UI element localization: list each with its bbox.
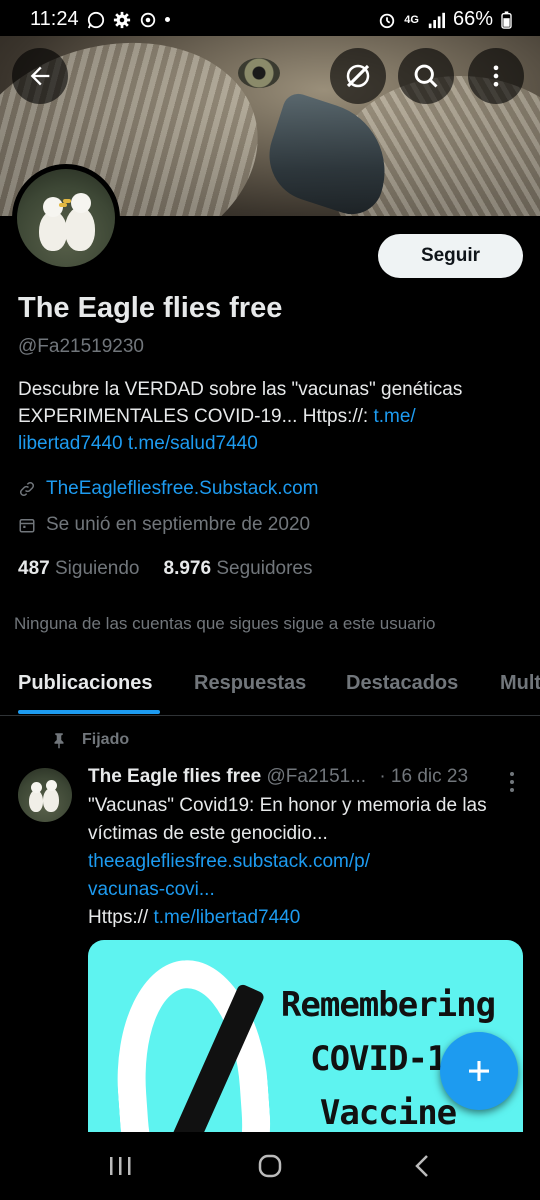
post-date[interactable]: · 16 dic 23 xyxy=(379,766,468,787)
post-more-button[interactable] xyxy=(510,772,516,792)
post-link-telegram[interactable]: t.me/libertad7440 xyxy=(153,907,300,928)
back-arrow-icon xyxy=(30,66,50,86)
no-common-followers: Ninguna de las cuentas que sigues sigue … xyxy=(14,614,436,633)
link-icon xyxy=(19,481,35,497)
following-label: Siguiendo xyxy=(54,558,140,579)
more-vert-icon xyxy=(493,65,499,87)
profile-name: The Eagle flies free xyxy=(18,292,283,324)
whatsapp-icon xyxy=(87,11,104,28)
profile-avatar[interactable] xyxy=(12,164,120,272)
website-row: TheEaglefliesfree.Substack.com xyxy=(18,478,318,500)
follow-button[interactable]: Seguir xyxy=(378,234,523,278)
tab-destacados[interactable]: Destacados xyxy=(346,672,458,695)
battery-icon xyxy=(501,10,512,29)
tab-publicaciones[interactable]: Publicaciones xyxy=(18,672,153,695)
back-icon xyxy=(415,1155,428,1177)
sync-icon xyxy=(140,12,155,27)
notification-dot xyxy=(164,17,170,22)
post-body: "Vacunas" Covid19: En honor y memoria de… xyxy=(88,792,518,932)
tab-multimedia[interactable]: Mult xyxy=(500,672,540,695)
recents-icon xyxy=(110,1157,131,1175)
post-text: "Vacunas" Covid19: En honor y memoria de… xyxy=(88,795,487,844)
joined-date: Se unió en septiembre de 2020 xyxy=(46,514,311,535)
profile-handle: @Fa21519230 xyxy=(18,336,144,357)
grok-icon xyxy=(346,64,370,88)
status-bar: 11:24 4G 66% xyxy=(0,0,540,38)
nav-back-button[interactable] xyxy=(402,1150,442,1182)
followers-stat[interactable]: 8.976 Seguidores xyxy=(164,558,313,580)
active-tab-indicator xyxy=(18,710,160,714)
pinned-indicator: Fijado xyxy=(50,730,129,750)
search-icon xyxy=(414,64,438,88)
post-link-substack-b[interactable]: vacunas-covi... xyxy=(88,879,215,900)
alarm-icon xyxy=(380,13,395,28)
media-line-1: Remembering xyxy=(280,985,496,1025)
post-author-avatar[interactable] xyxy=(18,768,72,822)
pinned-label: Fijado xyxy=(82,731,130,748)
home-button[interactable] xyxy=(250,1150,290,1182)
grok-button[interactable] xyxy=(330,48,386,104)
profile-tabs: Publicaciones Respuestas Destacados Mult xyxy=(0,660,540,716)
bio-link-telegram-2[interactable]: t.me/salud7440 xyxy=(128,433,258,454)
website-link[interactable]: TheEaglefliesfree.Substack.com xyxy=(46,478,318,500)
home-icon xyxy=(258,1154,282,1178)
pin-icon xyxy=(54,733,64,749)
following-count: 487 xyxy=(18,558,50,579)
system-nav-bar xyxy=(0,1132,540,1200)
post-link-substack-a[interactable]: theeaglefliesfree.substack.com/p/ xyxy=(88,851,370,872)
followers-label: Seguidores xyxy=(216,558,313,579)
recents-button[interactable] xyxy=(100,1150,140,1182)
tab-respuestas[interactable]: Respuestas xyxy=(194,672,306,695)
post-author-name[interactable]: The Eagle flies free xyxy=(88,766,261,787)
compose-post-button[interactable] xyxy=(440,1032,518,1110)
calendar-icon xyxy=(19,519,35,533)
bio-link-part-a[interactable]: t.me/ xyxy=(373,406,415,427)
network-type: 4G xyxy=(404,13,419,26)
joined-row: Se unió en septiembre de 2020 xyxy=(18,514,310,536)
following-stat[interactable]: 487 Siguiendo xyxy=(18,558,140,580)
post-https-text: Https:// xyxy=(88,907,149,928)
profile-bio: Descubre la VERDAD sobre las "vacunas" g… xyxy=(18,376,518,457)
gear-icon xyxy=(113,11,130,28)
followers-count: 8.976 xyxy=(163,558,212,579)
follow-stats: 487 Siguiendo 8.976 Seguidores xyxy=(18,558,312,580)
plus-icon xyxy=(469,1061,489,1081)
signal-icon xyxy=(428,12,445,28)
status-time: 11:24 xyxy=(30,8,79,30)
post-header: The Eagle flies free @Fa2151... · 16 dic… xyxy=(88,766,528,788)
bio-link-part-b[interactable]: libertad7440 xyxy=(18,433,123,454)
more-options-button[interactable] xyxy=(468,48,524,104)
back-button[interactable] xyxy=(12,48,68,104)
post-author-handle[interactable]: @Fa2151... xyxy=(266,766,366,787)
battery-percent: 66% xyxy=(452,8,493,30)
search-button[interactable] xyxy=(398,48,454,104)
